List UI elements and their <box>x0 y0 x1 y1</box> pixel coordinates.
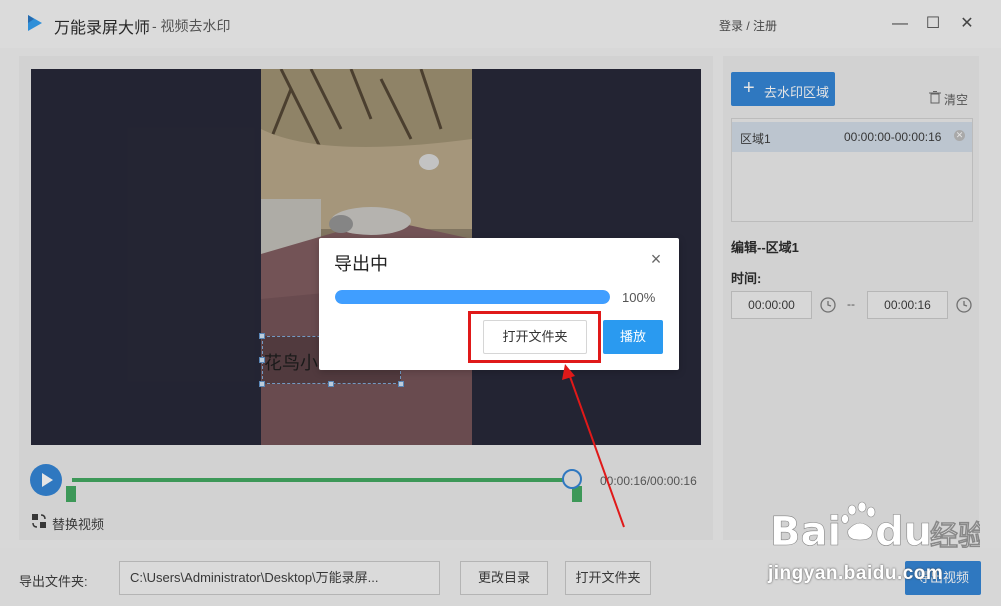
baidu-jingyan-logo: Bai du 经验 <box>770 501 980 555</box>
svg-text:Bai: Bai <box>770 509 841 555</box>
svg-text:du: du <box>875 509 932 555</box>
annotation-highlight-box <box>468 311 601 363</box>
svg-text:经验: 经验 <box>930 519 980 552</box>
progress-fill <box>335 290 610 304</box>
dialog-play-button[interactable]: 播放 <box>603 320 663 354</box>
export-progress-bar <box>335 290 610 304</box>
baidu-jingyan-url: jingyan.baidu.com <box>768 563 944 584</box>
dialog-title: 导出中 <box>334 254 388 274</box>
progress-percent: 100% <box>622 290 656 305</box>
dialog-close-icon[interactable]: × <box>647 250 665 268</box>
